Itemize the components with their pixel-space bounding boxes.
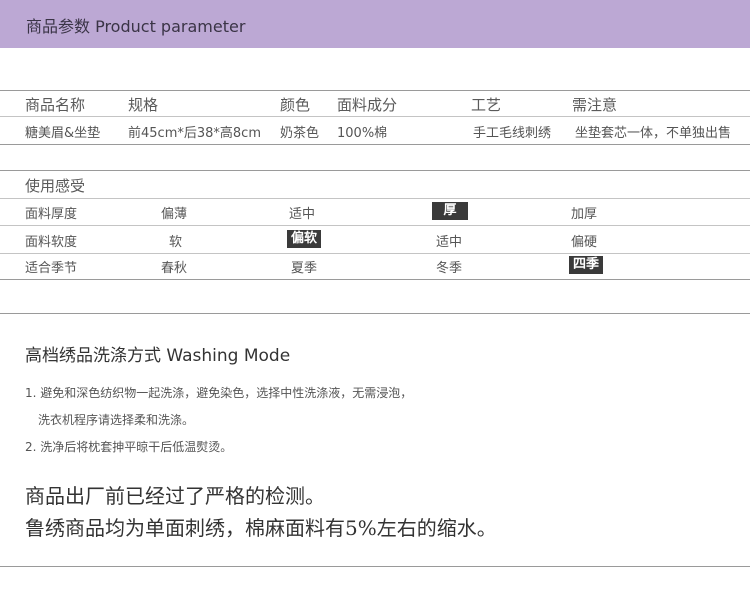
- param-header: 颜色: [280, 96, 311, 114]
- washing-note: 洗衣机程序请选择柔和洗涤。: [38, 413, 195, 427]
- divider: [0, 279, 750, 280]
- param-value: 糖美眉&坐垫: [25, 126, 101, 141]
- divider: [0, 198, 750, 199]
- feel-option: 适中: [289, 207, 316, 222]
- feel-option: 春秋: [161, 261, 188, 276]
- feel-title: 使用感受: [25, 177, 86, 195]
- feel-option: 偏硬: [571, 235, 598, 250]
- param-value: 手工毛线刺绣: [473, 126, 552, 141]
- feel-option-selected: 四季: [569, 256, 603, 274]
- feel-label: 面料厚度: [25, 207, 78, 222]
- feel-option-selected: 厚: [432, 202, 468, 220]
- feel-label: 面料软度: [25, 235, 78, 250]
- feel-label: 适合季节: [25, 261, 78, 276]
- divider: [0, 225, 750, 226]
- param-value: 坐垫套芯一体，不单独出售: [575, 126, 732, 141]
- param-value: 前45cm*后38*高8cm: [128, 126, 261, 141]
- feel-option: 软: [169, 235, 183, 250]
- washing-note: 1. 避免和深色纺织物一起洗涤，避免染色，选择中性洗涤液，无需浸泡，: [25, 386, 413, 400]
- inspection-statement: 商品出厂前已经过了严格的检测。: [25, 484, 325, 508]
- section-title: 商品参数 Product parameter: [26, 17, 246, 36]
- washing-note: 2. 洗净后将枕套抻平晾干后低温熨烫。: [25, 440, 233, 454]
- divider: [0, 90, 750, 91]
- washing-title: 高档绣品洗涤方式 Washing Mode: [25, 346, 291, 366]
- divider: [0, 116, 750, 117]
- section-banner: 商品参数 Product parameter: [0, 0, 750, 48]
- divider: [0, 170, 750, 171]
- feel-option: 偏薄: [161, 207, 188, 222]
- param-value: 100%棉: [337, 126, 388, 141]
- feel-option: 适中: [436, 235, 463, 250]
- param-header: 面料成分: [337, 96, 398, 114]
- param-value: 奶茶色: [280, 126, 320, 141]
- divider: [0, 566, 750, 567]
- feel-option: 冬季: [436, 261, 463, 276]
- param-header: 工艺: [471, 96, 502, 114]
- divider: [0, 313, 750, 314]
- divider: [0, 253, 750, 254]
- feel-option-selected: 偏软: [287, 230, 321, 248]
- param-header: 需注意: [572, 96, 618, 114]
- feel-option: 夏季: [291, 261, 318, 276]
- param-header: 商品名称: [25, 96, 86, 114]
- shrinkage-statement: 鲁绣商品均为单面刺绣，棉麻面料有5%左右的缩水。: [25, 516, 497, 540]
- param-header: 规格: [128, 96, 159, 114]
- feel-option: 加厚: [571, 207, 598, 222]
- divider: [0, 144, 750, 145]
